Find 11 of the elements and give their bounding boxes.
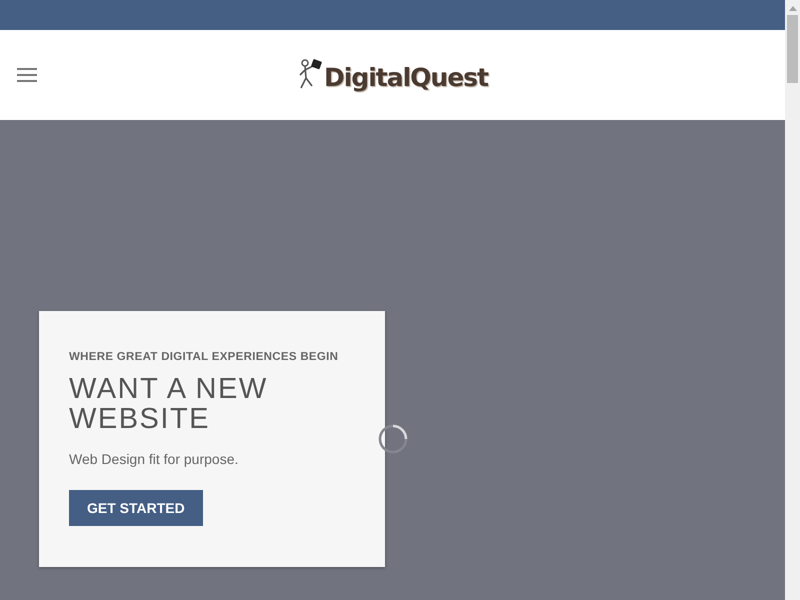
get-started-button[interactable]: GET STARTED bbox=[69, 490, 203, 526]
hero-title: WANT A NEW WEBSITE bbox=[69, 374, 269, 434]
scroll-up-icon[interactable] bbox=[788, 6, 796, 11]
loading-spinner-icon bbox=[377, 423, 409, 455]
scrollbar[interactable] bbox=[785, 0, 800, 600]
logo-text: DigitalQuest bbox=[324, 63, 488, 92]
scroll-thumb[interactable] bbox=[787, 15, 798, 83]
hero-eyebrow: WHERE GREAT DIGITAL EXPERIENCES BEGIN bbox=[69, 351, 340, 363]
hero-subtitle: Web Design fit for purpose. bbox=[69, 451, 240, 467]
menu-icon[interactable] bbox=[17, 68, 37, 82]
logo[interactable]: DigitalQuest bbox=[296, 58, 488, 92]
